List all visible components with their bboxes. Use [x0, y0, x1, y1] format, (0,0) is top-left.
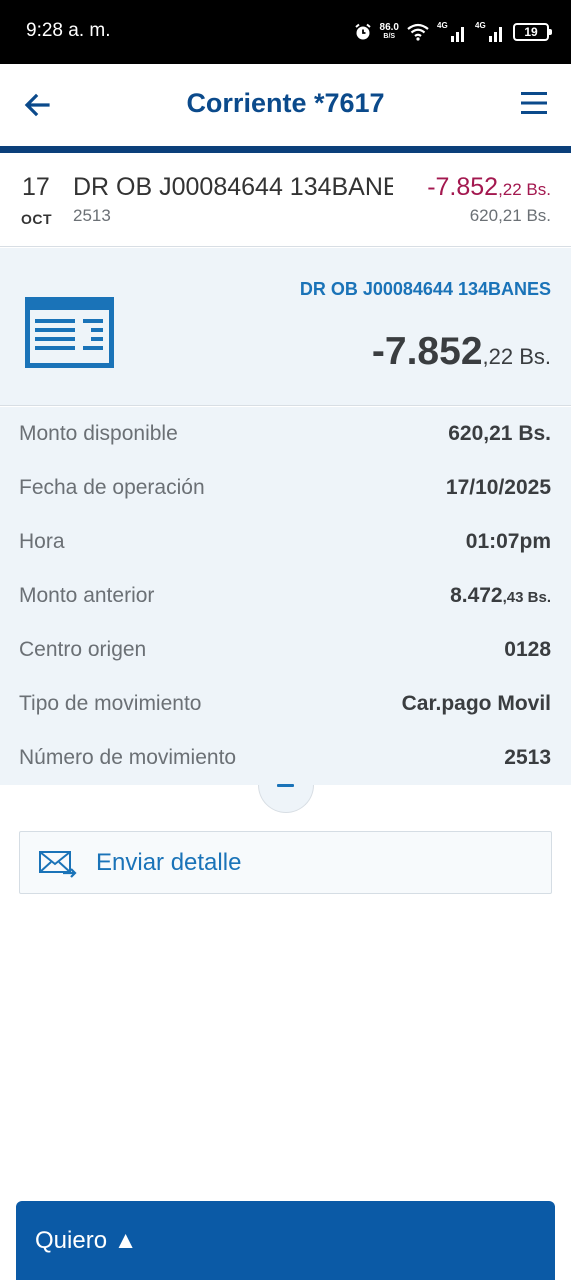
detail-label: Número de movimiento: [19, 746, 237, 769]
send-detail-label: Enviar detalle: [96, 849, 242, 876]
quiero-button[interactable]: Quiero ▲: [16, 1201, 555, 1280]
detail-label: Monto disponible: [19, 422, 178, 445]
detail-value: 620,21 Bs.: [448, 422, 551, 445]
detail-row-time: Hora 01:07pm: [0, 515, 571, 569]
detail-header: DR OB J00084644 134BANES -7.852,22 Bs.: [0, 248, 571, 406]
transaction-amount: -7.852,22 Bs.: [427, 173, 551, 202]
send-detail-button[interactable]: Enviar detalle: [19, 831, 552, 894]
detail-row-previous: Monto anterior 8.472,43 Bs.: [0, 569, 571, 623]
detail-label: Tipo de movimiento: [19, 692, 202, 715]
detail-value: 2513: [504, 746, 551, 769]
detail-list: Monto disponible 620,21 Bs. Fecha de ope…: [0, 407, 571, 785]
detail-value-int: 8.472: [450, 584, 503, 607]
header-divider: [0, 146, 571, 153]
hamburger-menu-icon[interactable]: [521, 90, 547, 116]
signal-icon-2: 4G: [475, 21, 505, 43]
detail-value: 01:07pm: [465, 530, 551, 553]
transaction-day: 17: [22, 173, 50, 201]
transaction-row[interactable]: 17 OCT DR OB J00084644 134BANES 2513 -7.…: [0, 153, 571, 247]
collapse-button-cover: [250, 755, 322, 785]
speed-unit: B/S: [383, 33, 396, 40]
detail-row-date: Fecha de operación 17/10/2025: [0, 461, 571, 515]
detail-amount-cents: ,22 Bs.: [482, 344, 551, 369]
detail-label: Fecha de operación: [19, 476, 205, 499]
detail-amount-int: -7.852: [371, 330, 483, 373]
transaction-amount-int: -7.852: [427, 173, 499, 201]
status-icons: 86.0 B/S 4G 4G 19: [354, 18, 552, 46]
transaction-amount-cents: ,22 Bs.: [498, 180, 551, 199]
mail-send-icon: [39, 851, 77, 878]
network-speed: 86.0 B/S: [380, 23, 399, 41]
status-bar: 9:28 a. m. 86.0 B/S 4G 4G 19: [0, 0, 571, 64]
page-title: Corriente *7617: [186, 88, 385, 118]
speed-value: 86.0: [379, 22, 399, 33]
detail-label: Monto anterior: [19, 584, 155, 607]
detail-label: Hora: [19, 530, 65, 553]
detail-value: 8.472,43 Bs.: [450, 584, 551, 608]
transaction-month: OCT: [21, 211, 53, 227]
detail-row-type: Tipo de movimiento Car.pago Movil: [0, 677, 571, 731]
transaction-balance: 620,21 Bs.: [469, 206, 551, 225]
detail-amount: -7.852,22 Bs.: [372, 330, 551, 374]
detail-value: 17/10/2025: [445, 476, 551, 499]
app-header: Corriente *7617: [0, 64, 571, 146]
detail-row-available: Monto disponible 620,21 Bs.: [0, 407, 571, 461]
minus-icon[interactable]: [277, 784, 294, 787]
alarm-icon: [354, 23, 371, 40]
detail-name: DR OB J00084644 134BANES: [299, 279, 551, 299]
transaction-description: DR OB J00084644 134BANES: [73, 173, 393, 201]
document-list-icon: [25, 297, 114, 368]
quiero-label: Quiero ▲: [35, 1227, 138, 1254]
detail-value: Car.pago Movil: [401, 692, 551, 715]
detail-row-center: Centro origen 0128: [0, 623, 571, 677]
wifi-icon: [407, 23, 429, 41]
detail-value-cents: ,43 Bs.: [502, 589, 551, 606]
detail-value: 0128: [504, 638, 551, 661]
status-time: 9:28 a. m.: [26, 20, 111, 41]
battery-level: 19: [524, 25, 538, 39]
transaction-reference: 2513: [73, 206, 111, 225]
detail-label: Centro origen: [19, 638, 147, 661]
signal-icon-1: 4G: [437, 21, 467, 43]
battery-icon: 19: [513, 23, 552, 41]
